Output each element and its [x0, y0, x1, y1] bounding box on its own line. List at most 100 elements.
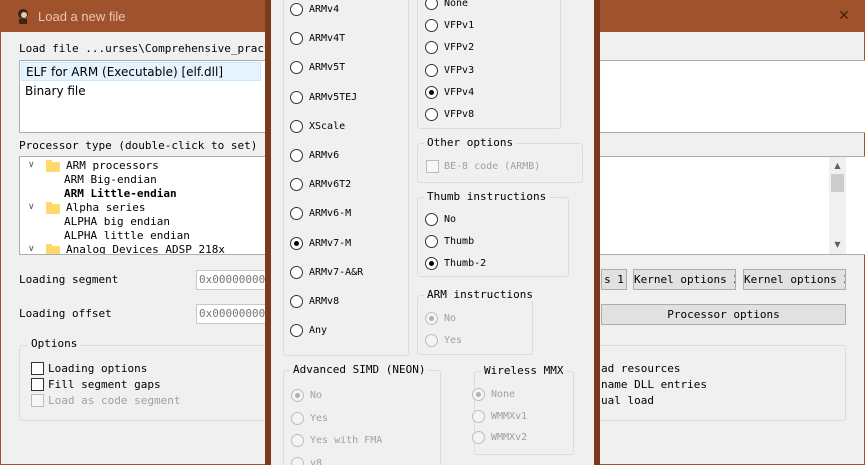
simd-label-yes: Yes — [310, 412, 329, 424]
arch-label-armv6: ARMv6 — [309, 150, 340, 161]
vfp-group — [417, 0, 561, 129]
vfp-label-vfpv1: VFPv1 — [444, 20, 475, 32]
loading-segment-input[interactable]: 0x00000000 — [196, 270, 266, 290]
kernel-options-3-button[interactable]: Kernel options 3 — [743, 269, 846, 290]
load-as-code-segment-label: Load as code segment — [48, 394, 181, 407]
rename-dll-entries-label: name DLL entries — [601, 378, 707, 391]
arch-label-armv6-m: ARMv6-M — [309, 208, 352, 220]
wmmx-radio-wmmxv2[interactable] — [472, 431, 485, 444]
wmmx-group-title: Wireless MMX — [481, 364, 567, 377]
simd-radio-yes[interactable] — [291, 411, 304, 425]
vfp-label-vfpv2: VFPv2 — [444, 42, 475, 54]
tree-item-analog-devices-adsp-218x[interactable]: Analog Devices ADSP 218x — [66, 243, 225, 254]
vfp-label-none: None — [444, 0, 469, 9]
processor-scrollbar[interactable]: ▲ ▼ — [829, 157, 846, 254]
folder-icon — [46, 244, 60, 254]
arm-radio-no[interactable] — [425, 312, 438, 325]
processor-options-button[interactable]: Processor options — [601, 304, 846, 325]
load-file-label: Load file ...urses\Comprehensive_practic… — [19, 42, 291, 55]
scroll-thumb[interactable] — [831, 174, 844, 192]
window-title: Load a new file — [38, 9, 126, 24]
scroll-down-icon[interactable]: ▼ — [830, 237, 845, 252]
arch-label-armv6t2: ARMv6T2 — [309, 179, 352, 191]
scroll-up-icon[interactable]: ▲ — [830, 158, 845, 173]
expand-chevron-icon[interactable]: ∨ — [28, 244, 35, 254]
simd-label-yes-with-fma: Yes with FMA — [310, 435, 383, 446]
fill-segment-gaps-checkbox[interactable] — [31, 378, 44, 391]
thumb-radio-no[interactable] — [425, 213, 438, 226]
expand-chevron-icon[interactable]: ∨ — [28, 202, 35, 212]
loader-item-binary[interactable]: Binary file — [21, 82, 261, 101]
arch-label-armv8: ARMv8 — [309, 296, 340, 307]
arch-radio-armv7-m[interactable] — [290, 236, 303, 250]
expand-chevron-icon[interactable]: ∨ — [28, 160, 35, 170]
be8-code-label: BE-8 code (ARMB) — [444, 161, 541, 172]
ida-app-icon — [18, 9, 28, 24]
arm-options-panel: ARMv4 ARMv4T ARMv5T ARMv5TEJ XScale ARMv6 ARMv… — [265, 0, 600, 465]
tree-item-arm-processors[interactable]: ARM processors — [66, 159, 159, 173]
options-group-title: Options — [28, 337, 81, 350]
loading-segment-label: Loading segment — [19, 273, 119, 286]
be8-code-checkbox[interactable] — [426, 160, 439, 173]
thumb-label-thumb-2: Thumb-2 — [444, 258, 487, 269]
arch-label-armv5t: ARMv5T — [309, 62, 346, 74]
other-options-title: Other options — [424, 136, 517, 149]
loader-item-elf[interactable]: ELF for ARM (Executable) [elf.dll] — [21, 62, 261, 81]
loading-offset-label: Loading offset — [19, 307, 112, 320]
close-icon[interactable]: ✕ — [831, 5, 857, 27]
tree-item-alpha-big-endian[interactable]: ALPHA big endian — [64, 215, 170, 229]
processor-type-label: Processor type (double-click to set) — [19, 139, 258, 152]
arch-label-xscale: XScale — [309, 120, 346, 132]
thumb-radio-thumb[interactable] — [425, 235, 438, 248]
kernel-options-2-button[interactable]: Kernel options 2 — [633, 269, 736, 290]
wmmx-label-wmmxv1: WMMXv1 — [491, 410, 528, 422]
arch-radio-armv6[interactable] — [290, 149, 303, 162]
vfp-label-vfpv4: VFPv4 — [444, 86, 475, 98]
loading-options-label: Loading options — [48, 362, 148, 375]
thumb-group: Thumb instructions — [417, 190, 569, 277]
arch-radio-armv5tej[interactable] — [290, 90, 303, 104]
manual-load-label: ual load — [601, 394, 654, 407]
arch-radio-armv8[interactable] — [290, 295, 303, 308]
arm-label-no: No — [444, 313, 457, 324]
tree-item-alpha-little-endian[interactable]: ALPHA little endian — [64, 229, 190, 243]
thumb-label-thumb: Thumb — [444, 236, 475, 247]
tree-item-alpha-series[interactable]: Alpha series — [66, 201, 145, 215]
arch-label-armv4: ARMv4 — [309, 4, 340, 15]
vfp-radio-vfpv4[interactable] — [425, 85, 438, 99]
tree-item-arm-big-endian[interactable]: ARM Big-endian — [64, 173, 157, 187]
arch-radio-armv7-a-r[interactable] — [290, 265, 303, 279]
simd-label-v8: v8 — [310, 457, 323, 465]
simd-radio-yes-with-fma[interactable] — [291, 434, 304, 447]
arch-label-armv7-m: ARMv7-M — [309, 237, 352, 249]
arm-radio-yes[interactable] — [425, 334, 438, 347]
simd-group: Advanced SIMD (NEON) — [283, 363, 441, 465]
load-as-code-segment-checkbox[interactable] — [31, 394, 44, 407]
loading-options-checkbox[interactable] — [31, 362, 44, 375]
arm-label-yes: Yes — [444, 335, 463, 346]
simd-label-no: No — [310, 390, 323, 401]
arch-radio-armv4[interactable] — [290, 3, 303, 16]
arm-instructions-title: ARM instructions — [424, 288, 536, 301]
thumb-label-no: No — [444, 214, 457, 225]
wmmx-label-wmmxv2: WMMXv2 — [491, 432, 528, 443]
arch-radio-xscale[interactable] — [290, 119, 303, 133]
arch-label-armv5tej: ARMv5TEJ — [309, 91, 358, 103]
arch-label-armv4t: ARMv4T — [309, 33, 346, 45]
folder-icon — [46, 202, 60, 214]
fill-segment-gaps-label: Fill segment gaps — [48, 378, 161, 391]
tree-item-arm-little-endian[interactable]: ARM Little-endian — [64, 187, 177, 201]
wmmx-radio-wmmxv1[interactable] — [472, 409, 485, 423]
vfp-radio-vfpv8[interactable] — [425, 108, 438, 121]
thumb-group-title: Thumb instructions — [424, 190, 550, 203]
arch-label-any: Any — [309, 325, 328, 337]
simd-radio-no[interactable] — [291, 389, 304, 402]
thumb-radio-thumb-2[interactable] — [425, 257, 438, 270]
loading-offset-input[interactable]: 0x00000000 — [196, 304, 266, 324]
kernel-options-1-button[interactable]: s 1 — [601, 269, 627, 290]
load-resources-label: ad resources — [601, 362, 681, 375]
arch-label-armv7-a-r: ARMv7-A&R — [309, 266, 364, 278]
wmmx-radio-none[interactable] — [472, 388, 485, 401]
vfp-radio-vfpv3[interactable] — [425, 63, 438, 77]
folder-icon — [46, 160, 60, 172]
